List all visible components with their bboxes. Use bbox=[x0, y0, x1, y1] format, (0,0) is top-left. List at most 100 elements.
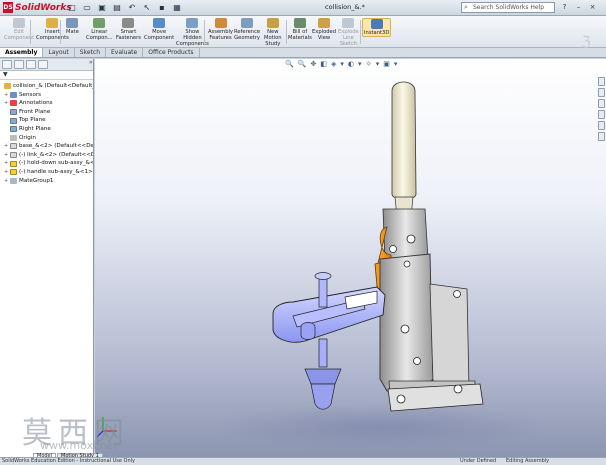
mategroup-icon bbox=[10, 177, 17, 184]
command-manager: ℨ Edit Component Insert Components Mate Linea… bbox=[0, 16, 606, 50]
ribbon-label: Materials bbox=[288, 35, 312, 41]
tree-item[interactable]: Origin bbox=[1, 134, 93, 143]
hold-down-arm-part[interactable] bbox=[272, 286, 386, 343]
open-icon[interactable]: ▭ bbox=[81, 2, 93, 13]
insert-components-button[interactable]: Insert Components bbox=[36, 18, 69, 41]
ribbon-label: Components bbox=[36, 35, 69, 41]
ribbon-separator bbox=[30, 20, 31, 44]
document-title: collision_&.* bbox=[325, 3, 365, 11]
tree-item-label: base_&<2> (Default<<Defau bbox=[19, 143, 93, 150]
show-hidden-icon bbox=[186, 18, 199, 28]
mate-icon bbox=[66, 18, 79, 28]
tree-item[interactable]: +base_&<2> (Default<<Defau bbox=[1, 142, 93, 151]
instant3d-button[interactable]: Instant3D bbox=[362, 18, 392, 37]
part-icon bbox=[10, 143, 17, 150]
tree-item-label: Top Plane bbox=[19, 117, 46, 124]
tree-item[interactable]: + Sensors bbox=[1, 91, 93, 100]
tree-item[interactable]: + MateGroup1 bbox=[1, 177, 93, 186]
sensor-icon bbox=[10, 91, 17, 98]
plane-icon bbox=[10, 126, 17, 133]
reference-geometry-icon bbox=[241, 18, 254, 28]
tree-item-label: (-) handle sub-assy_&<1> (D bbox=[19, 168, 93, 175]
status-definition-state: Under Defined bbox=[460, 458, 497, 464]
close-button[interactable]: × bbox=[587, 2, 598, 12]
tab-office-products[interactable]: Office Products bbox=[143, 48, 200, 57]
tree-item[interactable]: Front Plane bbox=[1, 108, 93, 117]
tree-item[interactable]: + (-) handle sub-assy_&<1> (D bbox=[1, 168, 93, 177]
base-part[interactable] bbox=[379, 253, 484, 412]
tree-item[interactable]: + (-) link_&<2> (Default<<Def bbox=[1, 151, 93, 160]
plane-icon bbox=[10, 109, 17, 116]
move-component-button[interactable]: Move Component bbox=[144, 18, 174, 41]
linear-compon-button[interactable]: Linear Compon... bbox=[86, 18, 113, 41]
tab-evaluate[interactable]: Evaluate bbox=[106, 48, 144, 57]
tab-layout[interactable]: Layout bbox=[43, 48, 75, 57]
undo-icon[interactable]: ↶ bbox=[126, 2, 138, 13]
handle-part[interactable] bbox=[391, 81, 417, 218]
tree-root[interactable]: collision_& (Default<Default_Di bbox=[1, 82, 93, 91]
configuration-manager-tab-icon[interactable] bbox=[26, 60, 36, 69]
property-manager-tab-icon[interactable] bbox=[14, 60, 24, 69]
ribbon-label: Study bbox=[265, 41, 281, 47]
feature-manager-toolbar bbox=[0, 59, 93, 71]
filter-icon: ▼ bbox=[3, 71, 8, 78]
plane-icon bbox=[10, 117, 17, 124]
options-icon[interactable]: ▦ bbox=[171, 2, 183, 13]
mate-button[interactable]: Mate bbox=[66, 18, 79, 35]
instant3d-icon bbox=[370, 19, 383, 29]
ds-logo-icon: DS bbox=[3, 2, 13, 13]
spindle-part[interactable] bbox=[304, 272, 342, 410]
new-motion-button[interactable]: New Motion Study bbox=[264, 18, 282, 47]
tree-root-label: collision_& (Default<Default_Di bbox=[13, 83, 93, 89]
tree-item[interactable]: Right Plane bbox=[1, 125, 93, 134]
tree-item[interactable]: + Annotations bbox=[1, 99, 93, 108]
select-icon[interactable]: ↖ bbox=[141, 2, 153, 13]
subassembly-icon bbox=[10, 169, 17, 176]
print-icon[interactable]: ▤ bbox=[111, 2, 123, 13]
save-icon[interactable]: ▣ bbox=[96, 2, 108, 13]
bill-of-materials-button[interactable]: Bill of Materials bbox=[288, 18, 312, 41]
assembly-icon bbox=[4, 83, 11, 90]
explode-line-icon bbox=[342, 18, 355, 28]
solidworks-logo[interactable]: DS SolidWorks bbox=[3, 2, 72, 13]
display-manager-tab-icon[interactable] bbox=[38, 60, 48, 69]
ribbon-label: View bbox=[317, 35, 331, 41]
ribbon-label: Mate bbox=[66, 29, 79, 35]
help-search-input[interactable]: ⌕ Search SolidWorks Help bbox=[461, 2, 555, 13]
search-icon: ⌕ bbox=[464, 3, 468, 11]
help-button[interactable]: ? bbox=[559, 2, 570, 12]
minimize-button[interactable]: – bbox=[573, 2, 584, 12]
tree-item-label: Sensors bbox=[19, 91, 42, 98]
tree-item[interactable]: + (-) hold-down sub-assy_&<2 bbox=[1, 159, 93, 168]
tab-sketch[interactable]: Sketch bbox=[75, 48, 106, 57]
ribbon-label: Geometry bbox=[234, 35, 260, 41]
move-component-icon bbox=[153, 18, 166, 28]
tree-item-label: Right Plane bbox=[19, 125, 51, 132]
site-watermark-url: www.moxi.net bbox=[40, 439, 118, 452]
exploded-view-icon bbox=[318, 18, 331, 28]
floor-reflection bbox=[210, 403, 550, 451]
smart-fasteners-button[interactable]: Smart Fasteners bbox=[116, 18, 141, 41]
explode-line-button[interactable]: Explode Line Sketch bbox=[338, 18, 359, 47]
ribbon-label: Features bbox=[209, 35, 232, 41]
rebuild-icon[interactable]: ▪ bbox=[156, 2, 168, 13]
ribbon-separator bbox=[60, 20, 61, 44]
ribbon-label: Fasteners bbox=[116, 35, 141, 41]
exploded-view-button[interactable]: Exploded View bbox=[312, 18, 336, 41]
new-icon[interactable]: □ bbox=[66, 2, 78, 13]
window-controls: ? – × bbox=[559, 2, 598, 12]
tree-item-label: Front Plane bbox=[19, 108, 51, 115]
assembly-features-button[interactable]: Assembly Features bbox=[208, 18, 233, 41]
tree-item-label: (-) hold-down sub-assy_&<2 bbox=[19, 160, 93, 167]
pane-expand-icon[interactable]: » bbox=[89, 59, 93, 66]
tree-item-label: (-) link_&<2> (Default<<Def bbox=[19, 151, 93, 158]
tab-assembly[interactable]: Assembly bbox=[0, 48, 44, 57]
tree-item[interactable]: Top Plane bbox=[1, 116, 93, 125]
tree-item-label: Origin bbox=[19, 134, 36, 141]
feature-tree-tab-icon[interactable] bbox=[2, 60, 12, 69]
reference-geometry-button[interactable]: Reference Geometry bbox=[234, 18, 260, 41]
tree-filter[interactable]: ▼ bbox=[0, 71, 93, 80]
status-edition-text: SolidWorks Education Edition - Instructi… bbox=[2, 458, 135, 464]
toggle-clamp-model[interactable] bbox=[95, 59, 606, 457]
graphics-area[interactable]: 🔍 🔍 ✥ ◧ ◈ ▾ ◐ ▾ ☼ ▾ ▣ ▾ bbox=[95, 59, 606, 457]
